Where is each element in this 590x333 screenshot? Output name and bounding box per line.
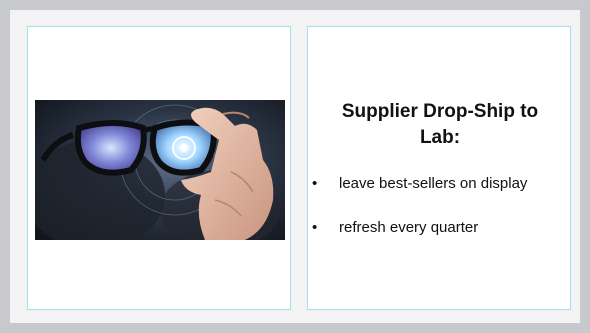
- glasses-photo: [35, 100, 285, 240]
- slide-title: Supplier Drop-Ship to Lab:: [341, 101, 539, 148]
- bullet-list: • leave best-sellers on display • refres…: [308, 173, 572, 261]
- bullet-dot-icon: •: [312, 175, 318, 192]
- glasses-image-icon: [35, 100, 285, 240]
- bullet-item: • refresh every quarter: [308, 217, 572, 239]
- bullet-item: • leave best-sellers on display: [308, 173, 572, 195]
- bullet-text: leave best-sellers on display: [339, 175, 528, 192]
- slide: Supplier Drop-Ship to Lab: • leave best-…: [10, 10, 580, 323]
- image-panel: [27, 26, 291, 310]
- bullet-dot-icon: •: [312, 219, 318, 236]
- bullet-text: refresh every quarter: [339, 219, 479, 236]
- text-panel: Supplier Drop-Ship to Lab: • leave best-…: [307, 26, 571, 310]
